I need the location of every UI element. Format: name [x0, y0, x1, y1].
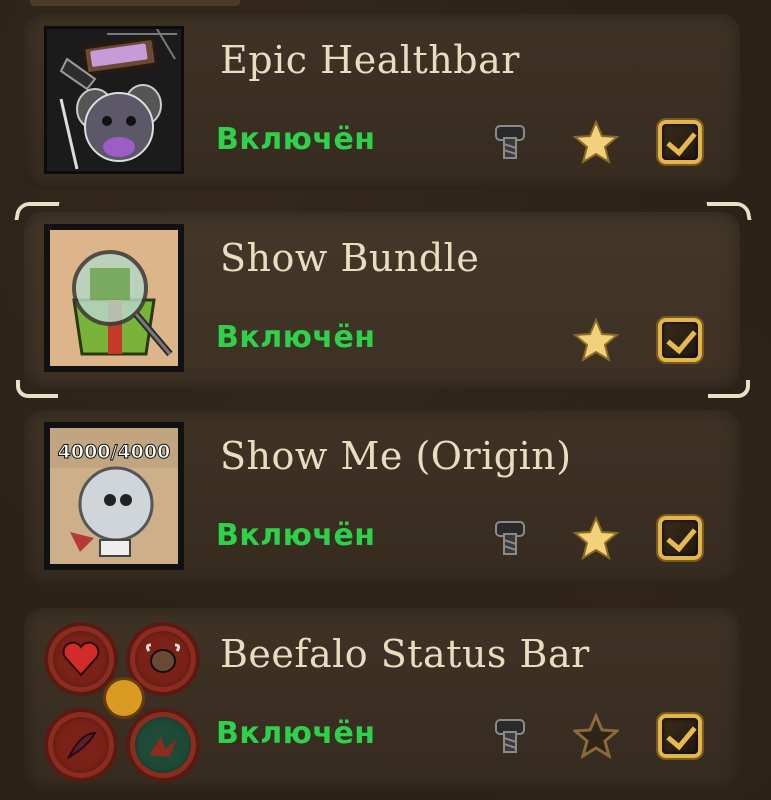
checkbox-checked-icon: [658, 714, 702, 758]
favorite-star-icon[interactable]: [572, 514, 620, 562]
selection-corner: [16, 380, 58, 398]
favorite-star-outline-icon[interactable]: [572, 712, 620, 760]
mod-status: Включён: [216, 122, 376, 157]
food-badge-icon: [106, 680, 142, 716]
feather-badge-icon: [48, 712, 114, 778]
thumb-counter: 4000/4000: [58, 441, 171, 463]
epic-healthbar-thumb-icon: [47, 29, 181, 171]
mod-title: Epic Healthbar: [220, 38, 520, 82]
mod-row-epic-healthbar[interactable]: Epic Healthbar Включён: [24, 14, 740, 190]
mod-title: Show Bundle: [220, 236, 480, 280]
mod-thumbnail: [40, 616, 200, 788]
scroll-top-edge: [30, 0, 240, 6]
checkbox-checked-icon: [658, 516, 702, 560]
mod-status: Включён: [216, 518, 376, 553]
mod-row-show-bundle[interactable]: Show Bundle Включён: [14, 202, 752, 398]
checkbox-checked-icon: [658, 318, 702, 362]
show-me-thumb-icon: 4000/4000: [50, 428, 178, 564]
mod-thumbnail: [44, 224, 184, 372]
mod-row-show-me-origin[interactable]: 4000/4000 Show Me (Origin) Включён: [24, 410, 740, 586]
selection-corner: [14, 202, 60, 220]
enable-checkbox[interactable]: [656, 316, 704, 364]
selection-corner: [706, 202, 752, 220]
mod-title: Beefalo Status Bar: [220, 632, 590, 676]
bolt-icon[interactable]: [486, 514, 534, 562]
heart-badge-icon: [48, 626, 114, 692]
beefalo-badge-icon: [130, 626, 196, 692]
mod-title: Show Me (Origin): [220, 434, 572, 478]
magnifier-bundle-icon: [50, 230, 178, 366]
selection-corner: [708, 380, 750, 398]
bolt-icon[interactable]: [486, 712, 534, 760]
mod-thumbnail: 4000/4000: [44, 422, 184, 570]
mod-status: Включён: [216, 320, 376, 355]
mod-row-beefalo-status-bar[interactable]: Beefalo Status Bar Включён: [24, 608, 740, 792]
mod-status: Включён: [216, 716, 376, 751]
bolt-icon[interactable]: [486, 118, 534, 166]
mod-thumbnail: [44, 26, 184, 174]
enable-checkbox[interactable]: [656, 514, 704, 562]
favorite-star-icon[interactable]: [572, 316, 620, 364]
enable-checkbox[interactable]: [656, 712, 704, 760]
enable-checkbox[interactable]: [656, 118, 704, 166]
favorite-star-icon[interactable]: [572, 118, 620, 166]
checkbox-checked-icon: [658, 120, 702, 164]
leaf-badge-icon: [130, 712, 196, 778]
